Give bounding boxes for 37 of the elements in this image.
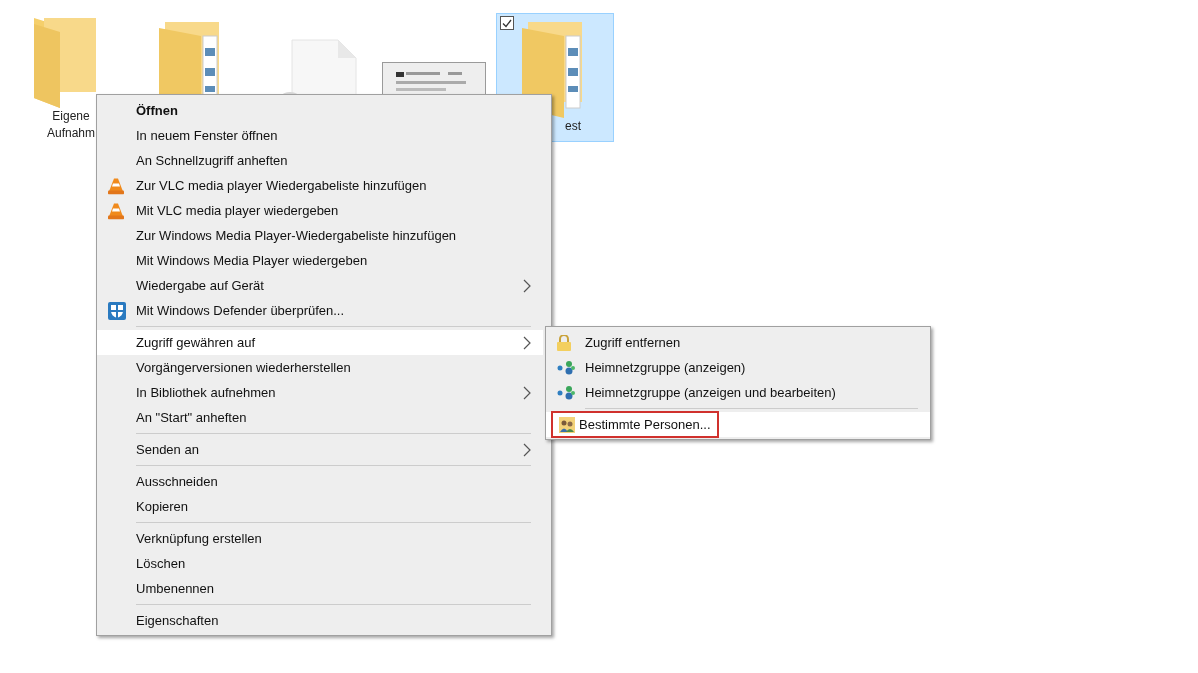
menu-item[interactable]: Heimnetzgruppe (anzeigen und bearbeiten) xyxy=(546,380,930,405)
lock-icon xyxy=(557,334,571,351)
menu-item[interactable]: Kopieren xyxy=(97,494,543,519)
chevron-right-icon xyxy=(523,443,531,457)
traffic-cone-icon xyxy=(108,202,124,219)
menu-item[interactable]: Löschen xyxy=(97,551,543,576)
menu-item[interactable]: Zur Windows Media Player-Wiedergabeliste hinzufügen xyxy=(97,223,543,248)
menu-item[interactable]: Vorgängerversionen wiederherstellen xyxy=(97,355,543,380)
menu-item[interactable]: Zur VLC media player Wiedergabeliste hinzufügen xyxy=(97,173,543,198)
file-name: Eigene xyxy=(52,108,90,125)
chevron-right-icon xyxy=(523,336,531,350)
menu-item[interactable]: Verknüpfung erstellen xyxy=(97,526,543,551)
file-name: Aufnahm xyxy=(47,125,95,142)
menu-item[interactable]: Umbenennen xyxy=(97,576,543,601)
traffic-cone-icon xyxy=(108,177,124,194)
menu-item[interactable]: Eigenschaften xyxy=(97,608,543,633)
chevron-right-icon xyxy=(523,279,531,293)
menu-item[interactable]: Senden an xyxy=(97,437,543,462)
menu-item[interactable]: Wiedergabe auf Gerät xyxy=(97,273,543,298)
network-icon xyxy=(557,385,575,400)
people-icon xyxy=(559,416,575,433)
menu-item[interactable]: Mit VLC media player wiedergeben xyxy=(97,198,543,223)
network-icon xyxy=(557,360,575,375)
menu-item[interactable]: Mit Windows Defender überprüfen... xyxy=(97,298,543,323)
menu-item[interactable]: An "Start" anheften xyxy=(97,405,543,430)
menu-item[interactable]: Zugriff gewähren auf xyxy=(97,330,543,355)
shield-icon xyxy=(108,301,126,320)
menu-item[interactable]: Mit Windows Media Player wiedergeben xyxy=(97,248,543,273)
menu-item[interactable]: Ausschneiden xyxy=(97,469,543,494)
menu-item[interactable]: Heimnetzgruppe (anzeigen) xyxy=(546,355,930,380)
menu-item[interactable]: Zugriff entfernen xyxy=(546,330,930,355)
menu-item[interactable]: In Bibliothek aufnehmen xyxy=(97,380,543,405)
chevron-right-icon xyxy=(523,386,531,400)
file-name: est xyxy=(564,118,581,135)
menu-item[interactable]: Bestimmte Personen... xyxy=(579,417,711,432)
menu-item[interactable]: An Schnellzugriff anheften xyxy=(97,148,543,173)
checkbox[interactable] xyxy=(500,16,514,30)
